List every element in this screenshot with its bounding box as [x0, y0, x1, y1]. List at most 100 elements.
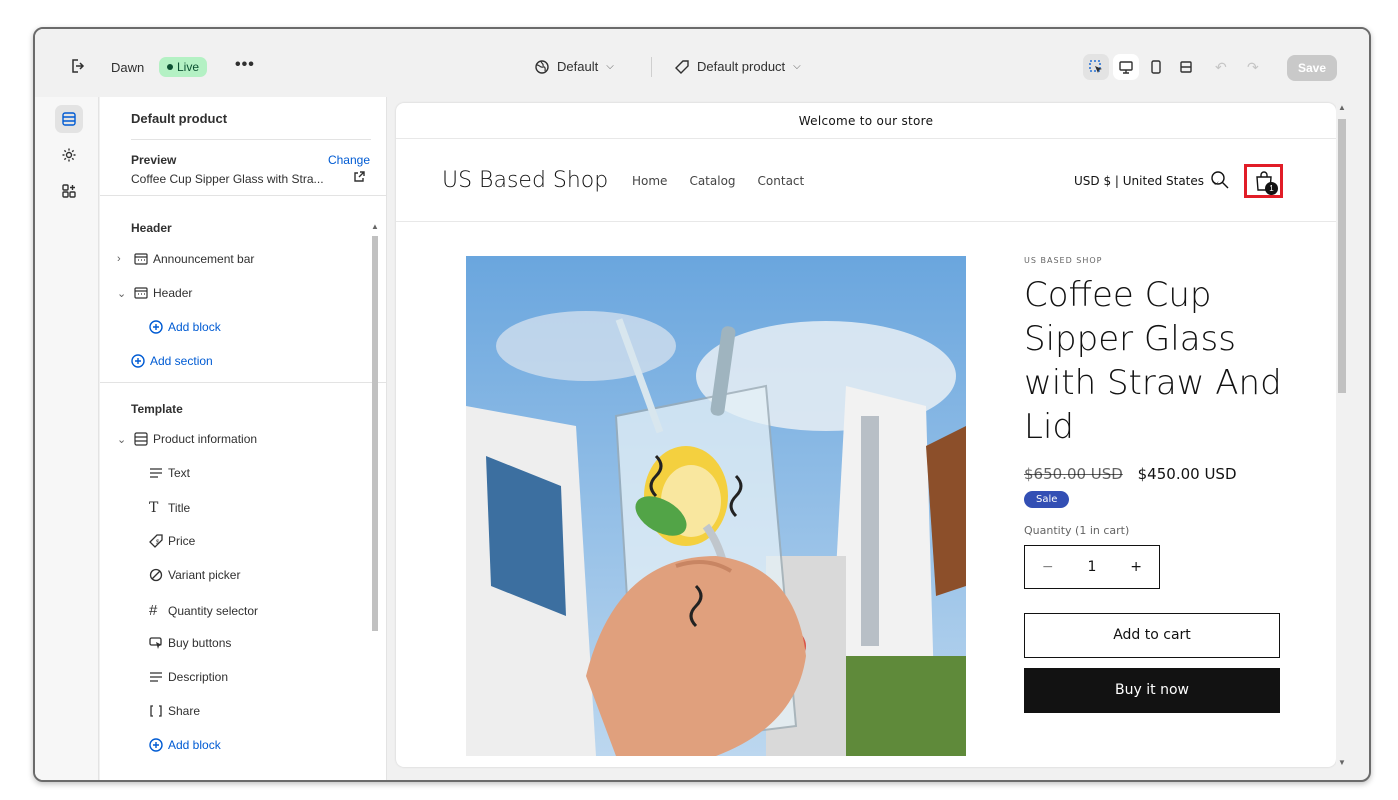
block-text[interactable]: Text	[149, 466, 190, 480]
product-vendor: US BASED SHOP	[1024, 256, 1103, 265]
preview-label: Preview	[131, 153, 177, 167]
sidebar-title: Default product	[131, 111, 228, 126]
apps-button[interactable]	[55, 177, 83, 205]
editor-window: Dawn Live ••• Default ⌵ Default product …	[33, 27, 1371, 782]
store-header: US Based Shop Home Catalog Contact USD $…	[396, 140, 1336, 222]
sale-price: $450.00 USD	[1137, 465, 1237, 483]
sale-badge: Sale	[1024, 491, 1070, 508]
header-group-heading: Header	[131, 221, 172, 235]
scroll-down-icon[interactable]: ▼	[1338, 758, 1346, 767]
block-variant-picker[interactable]: Variant picker	[149, 568, 240, 582]
add-section-button[interactable]: Add section	[131, 354, 213, 368]
chevron-down-icon: ⌄	[117, 287, 127, 300]
block-price[interactable]: $ Price	[149, 534, 195, 548]
scroll-down-icon[interactable]: ▼	[371, 778, 379, 780]
full-width-button[interactable]	[1173, 54, 1199, 80]
increase-quantity-button[interactable]: +	[1130, 559, 1142, 575]
chevron-down-icon: ⌵	[606, 61, 614, 72]
sections-icon	[62, 112, 76, 126]
cart-button[interactable]: 1	[1244, 164, 1283, 198]
divider	[100, 382, 386, 383]
plus-circle-icon	[131, 354, 145, 368]
nav-link-home[interactable]: Home	[632, 174, 667, 188]
block-label: Description	[168, 670, 229, 684]
product-photo	[466, 256, 966, 756]
theme-settings-button[interactable]	[55, 141, 83, 169]
nav-link-catalog[interactable]: Catalog	[689, 174, 735, 188]
sidebar-scrollbar[interactable]: ▲ ▼	[370, 222, 380, 780]
add-block-button[interactable]: Add block	[149, 738, 221, 752]
cart-count-badge: 1	[1265, 182, 1278, 195]
chevron-right-icon: ›	[117, 253, 121, 265]
chevron-down-icon: ⌵	[793, 61, 801, 72]
buy-it-now-button[interactable]: Buy it now	[1024, 668, 1280, 713]
view-tools	[1083, 54, 1199, 80]
plus-circle-icon	[149, 320, 163, 334]
quantity-input[interactable]: 1	[1088, 559, 1097, 575]
context-selector[interactable]: Default ⌵	[535, 59, 614, 74]
text-lines-icon	[150, 468, 162, 478]
add-section-label: Add section	[150, 354, 213, 368]
sidebar-item-label: Header	[153, 286, 193, 300]
block-description[interactable]: Description	[149, 670, 228, 684]
quantity-stepper: − 1 +	[1024, 545, 1160, 589]
product-image[interactable]	[466, 256, 966, 756]
add-block-label: Add block	[168, 320, 221, 334]
storefront-preview: Welcome to our store US Based Shop Home …	[396, 103, 1336, 767]
country-selector[interactable]: USD $ | United States ⌵	[1074, 174, 1219, 188]
template-label: Default product	[697, 59, 786, 74]
preview-scrollbar[interactable]: ▲ ▼	[1336, 103, 1348, 767]
gear-icon	[62, 148, 76, 162]
scroll-up-icon[interactable]: ▲	[371, 222, 379, 231]
nav-link-contact[interactable]: Contact	[758, 174, 805, 188]
template-selector[interactable]: Default product ⌵	[675, 59, 801, 74]
inspector-button[interactable]	[1083, 54, 1109, 80]
block-quantity-selector[interactable]: # Quantity selector	[149, 602, 258, 619]
sections-sidebar: Default product Preview Change Coffee Cu…	[100, 97, 387, 780]
more-actions-button[interactable]: •••	[235, 56, 255, 74]
template-group-heading: Template	[131, 402, 183, 416]
divider	[100, 195, 386, 196]
variant-icon	[149, 568, 163, 582]
save-button[interactable]: Save	[1287, 55, 1337, 81]
add-to-cart-button[interactable]: Add to cart	[1024, 613, 1280, 658]
chevron-down-icon: ⌄	[117, 433, 127, 446]
button-cursor-icon	[149, 637, 162, 649]
decrease-quantity-button[interactable]: −	[1042, 559, 1054, 575]
mobile-view-button[interactable]	[1143, 54, 1169, 80]
block-label: Text	[168, 466, 191, 480]
left-rail	[35, 97, 99, 780]
price-row: $650.00 USD $450.00 USD	[1024, 465, 1284, 483]
sidebar-item-header[interactable]: ⌄ Header	[117, 286, 192, 300]
announcement-bar: Welcome to our store	[396, 103, 1336, 139]
sidebar-item-announcement-bar[interactable]: › Announcement bar	[117, 252, 254, 266]
block-label: Buy buttons	[168, 636, 232, 650]
redo-icon[interactable]: ↷	[1247, 59, 1259, 76]
sidebar-item-label: Announcement bar	[153, 252, 255, 266]
external-link-icon[interactable]	[353, 171, 365, 183]
block-label: Quantity selector	[168, 603, 259, 618]
store-logo[interactable]: US Based Shop	[442, 168, 608, 193]
block-label: Title	[168, 501, 191, 515]
desktop-view-button[interactable]	[1113, 54, 1139, 80]
text-lines-icon	[150, 672, 162, 682]
block-buy-buttons[interactable]: Buy buttons	[149, 636, 231, 650]
sidebar-item-label: Product information	[153, 432, 258, 446]
sidebar-item-product-information[interactable]: ⌄ Product information	[117, 432, 257, 446]
add-block-button[interactable]: Add block	[149, 320, 221, 334]
scrollbar-thumb[interactable]	[1338, 119, 1346, 393]
country-label: USD $ | United States	[1074, 174, 1205, 188]
exit-icon[interactable]	[69, 58, 85, 74]
block-label: Price	[168, 534, 196, 548]
mobile-icon	[1151, 60, 1161, 74]
scrollbar-thumb[interactable]	[372, 236, 378, 631]
block-title[interactable]: T Title	[149, 500, 190, 516]
undo-icon[interactable]: ↶	[1215, 59, 1227, 76]
change-preview-link[interactable]: Change	[328, 153, 370, 167]
preview-product: Coffee Cup Sipper Glass with Stra...	[131, 172, 324, 186]
sections-button[interactable]	[55, 105, 83, 133]
desktop-icon	[1119, 61, 1133, 74]
block-share[interactable]: Share	[149, 704, 200, 718]
search-icon[interactable]	[1210, 170, 1230, 190]
scroll-up-icon[interactable]: ▲	[1338, 103, 1346, 112]
